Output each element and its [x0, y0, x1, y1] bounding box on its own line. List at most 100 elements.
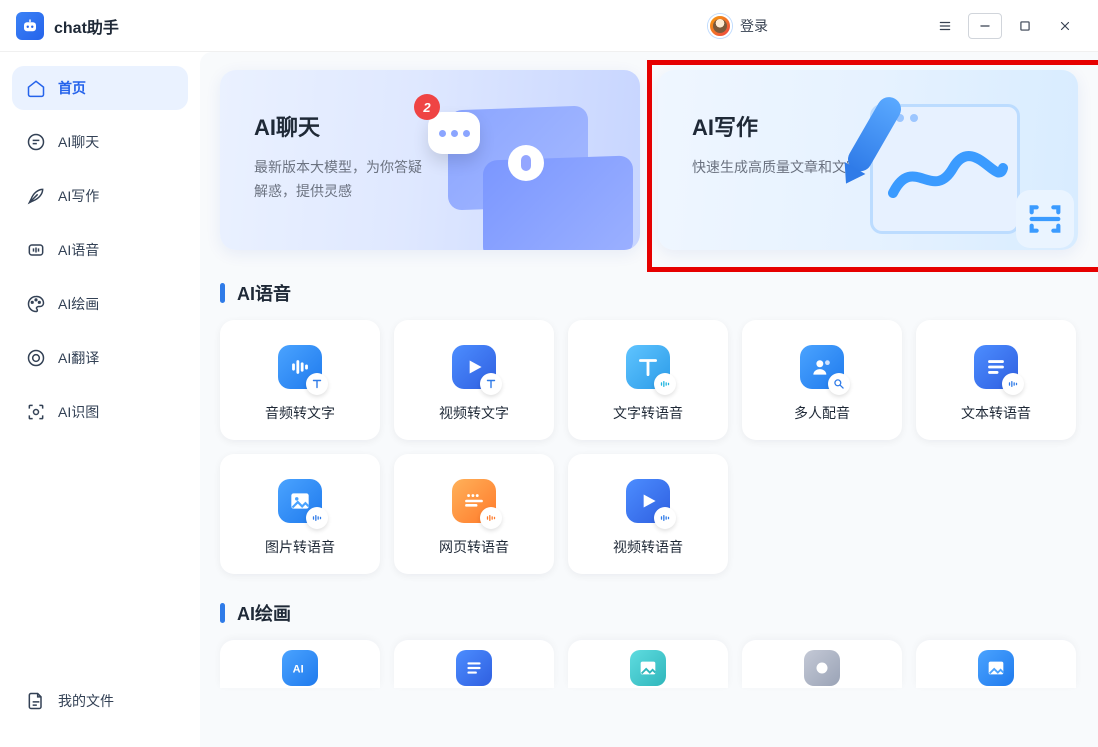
sidebar-item-home[interactable]: 首页 [12, 66, 188, 110]
voice-tools-grid: 音频转文字 视频转文字 文字转语音 [220, 320, 1078, 574]
sidebar-item-voice[interactable]: AI语音 [12, 228, 188, 272]
tool-image-to-voice[interactable]: 图片转语音 [220, 454, 380, 574]
close-button[interactable] [1048, 13, 1082, 39]
audio-wave-icon [278, 345, 322, 389]
main-content: AI聊天 最新版本大模型，为你答疑解惑，提供灵感 2 AI写作 快速生成高质量文… [200, 52, 1098, 747]
feather-icon [26, 186, 46, 206]
sidebar-item-vision[interactable]: AI识图 [12, 390, 188, 434]
tool-video-to-text[interactable]: 视频转文字 [394, 320, 554, 440]
image-icon [978, 650, 1014, 686]
sidebar-item-draw[interactable]: AI绘画 [12, 282, 188, 326]
scan-focus-icon [1016, 190, 1074, 248]
close-icon [1058, 19, 1072, 33]
app-title: chat助手 [54, 14, 119, 38]
voice-icon [26, 240, 46, 260]
minimize-button[interactable] [968, 13, 1002, 39]
file-icon [26, 691, 46, 711]
tool-label: 网页转语音 [439, 537, 509, 557]
maximize-icon [1018, 19, 1032, 33]
chat-icon [26, 132, 46, 152]
section-head-voice: AI语音 [220, 280, 1078, 306]
svg-text:AI: AI [293, 664, 304, 676]
section-head-draw: AI绘画 [220, 600, 1078, 626]
tool-draw-5[interactable] [916, 640, 1076, 688]
document-lines-icon [974, 345, 1018, 389]
tool-text-to-voice[interactable]: 文字转语音 [568, 320, 728, 440]
tool-label: 多人配音 [794, 403, 850, 423]
tool-label: 文本转语音 [961, 403, 1031, 423]
tool-draw-1[interactable]: AI [220, 640, 380, 688]
app-logo [16, 12, 44, 40]
tool-label: 视频转语音 [613, 537, 683, 557]
menu-button[interactable] [928, 13, 962, 39]
minimize-icon [978, 19, 992, 33]
tool-label: 图片转语音 [265, 537, 335, 557]
draw-tools-grid: AI [220, 640, 1078, 688]
tool-video-to-voice[interactable]: 视频转语音 [568, 454, 728, 574]
text-sub-icon [480, 373, 502, 395]
sidebar-item-label: AI聊天 [58, 132, 99, 152]
section-title-voice: AI语音 [237, 280, 291, 306]
sketch-icon [804, 650, 840, 686]
wave-sub-icon [654, 373, 676, 395]
webpage-icon [452, 479, 496, 523]
sidebar-item-chat[interactable]: AI聊天 [12, 120, 188, 164]
wave-sub-icon [1002, 373, 1024, 395]
maximize-button[interactable] [1008, 13, 1042, 39]
tool-draw-2[interactable] [394, 640, 554, 688]
hero-card-chat[interactable]: AI聊天 最新版本大模型，为你答疑解惑，提供灵感 2 [220, 70, 640, 250]
tool-audio-to-text[interactable]: 音频转文字 [220, 320, 380, 440]
image-icon [278, 479, 322, 523]
text-sub-icon [306, 373, 328, 395]
translate-icon [26, 348, 46, 368]
sidebar-item-label: AI翻译 [58, 348, 99, 368]
sidebar-item-files[interactable]: 我的文件 [12, 679, 188, 723]
search-sub-icon [828, 373, 850, 395]
tool-label: 文字转语音 [613, 403, 683, 423]
tool-multi-voice[interactable]: 多人配音 [742, 320, 902, 440]
tool-web-to-voice[interactable]: 网页转语音 [394, 454, 554, 574]
scan-icon [26, 402, 46, 422]
notification-badge: 2 [414, 94, 440, 120]
hero-card-write[interactable]: AI写作 快速生成高质量文章和文案 [658, 70, 1078, 250]
video-play-icon [452, 345, 496, 389]
title-bar: chat助手 登录 [0, 0, 1098, 52]
wave-sub-icon [654, 507, 676, 529]
chat-bubble-icon [428, 112, 480, 154]
sidebar-item-label: 我的文件 [58, 691, 114, 711]
robot-icon [21, 17, 39, 35]
text-t-icon [626, 345, 670, 389]
chat-illustration: 2 [388, 80, 608, 250]
tool-text-to-speech[interactable]: 文本转语音 [916, 320, 1076, 440]
login-button[interactable]: 登录 [740, 16, 768, 36]
sidebar-item-label: AI识图 [58, 402, 99, 422]
wave-sub-icon [480, 507, 502, 529]
sidebar-item-label: AI绘画 [58, 294, 99, 314]
hamburger-icon [938, 19, 952, 33]
image-icon [630, 650, 666, 686]
tool-draw-3[interactable] [568, 640, 728, 688]
tool-label: 音频转文字 [265, 403, 335, 423]
sidebar: 首页 AI聊天 AI写作 AI语音 AI绘画 AI翻译 AI识图 我 [0, 52, 200, 747]
write-illustration [828, 78, 1058, 250]
tool-draw-4[interactable] [742, 640, 902, 688]
doc-icon [456, 650, 492, 686]
video-play-icon [626, 479, 670, 523]
section-title-draw: AI绘画 [237, 600, 291, 626]
people-icon [800, 345, 844, 389]
sidebar-item-label: AI写作 [58, 186, 99, 206]
palette-icon [26, 294, 46, 314]
tool-label: 视频转文字 [439, 403, 509, 423]
microphone-icon [508, 145, 544, 181]
avatar[interactable] [708, 14, 732, 38]
hero-row: AI聊天 最新版本大模型，为你答疑解惑，提供灵感 2 AI写作 快速生成高质量文… [220, 70, 1078, 250]
section-bar-icon [220, 603, 225, 623]
ai-icon: AI [282, 650, 318, 686]
section-bar-icon [220, 283, 225, 303]
sidebar-item-label: 首页 [58, 78, 86, 98]
sidebar-item-write[interactable]: AI写作 [12, 174, 188, 218]
sidebar-item-translate[interactable]: AI翻译 [12, 336, 188, 380]
sidebar-item-label: AI语音 [58, 240, 99, 260]
wave-sub-icon [306, 507, 328, 529]
home-icon [26, 78, 46, 98]
